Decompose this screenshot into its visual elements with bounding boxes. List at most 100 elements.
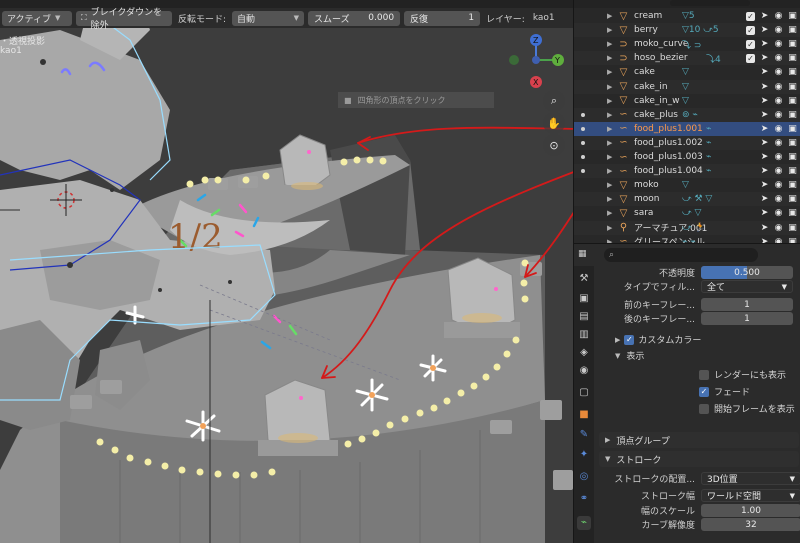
fade-checkbox[interactable]: ✓	[699, 386, 709, 397]
outliner-row[interactable]: ▶ ∽ food_plus1.004 ⌁ ➤ ◉ ▣	[574, 164, 800, 179]
select-arrow-icon[interactable]: ➤	[760, 25, 769, 35]
reflect-dropdown[interactable]: 自動 ▼	[232, 10, 305, 26]
select-arrow-icon[interactable]: ➤	[760, 39, 769, 49]
camera-icon[interactable]: ▣	[788, 96, 797, 106]
select-arrow-icon[interactable]: ➤	[760, 208, 769, 218]
outliner-row[interactable]: ▶∽グリースペンシル⌁ ⌁➤◉▣	[574, 235, 800, 243]
world-tab-icon[interactable]: ◉	[577, 364, 591, 378]
expand-arrow-icon[interactable]: ▶	[607, 12, 612, 20]
outliner-row-name[interactable]: moon	[634, 194, 659, 204]
eye-icon[interactable]: ◉	[774, 39, 783, 49]
output-tab-icon[interactable]: ▤	[577, 310, 591, 324]
filter-dropdown[interactable]: 全て ▼	[701, 280, 793, 293]
camera-icon[interactable]: ▣	[788, 110, 797, 120]
stroke-placement-dropdown[interactable]: 3D位置 ▼	[701, 472, 800, 485]
camera-icon[interactable]: ▣	[788, 82, 797, 92]
eye-icon[interactable]: ◉	[774, 82, 783, 92]
render-checkbox-row[interactable]: レンダーにも表示	[699, 368, 786, 381]
view-layer-tab-icon[interactable]: ▥	[577, 328, 591, 342]
render-tab-icon[interactable]: ▣	[577, 292, 591, 306]
include-checkbox[interactable]: ✓	[746, 25, 755, 35]
expand-arrow-icon[interactable]: ▶	[607, 181, 612, 189]
expand-arrow-icon[interactable]: ▶	[607, 97, 612, 105]
expand-arrow-icon[interactable]: ▶	[607, 209, 612, 217]
eye-icon[interactable]: ◉	[774, 223, 783, 233]
physics-tab-icon[interactable]: ◎	[577, 470, 591, 484]
edit-mode-dot-icon[interactable]	[581, 155, 585, 159]
outliner-row-name[interactable]: food_plus1.003	[634, 152, 703, 162]
eye-icon[interactable]: ◉	[774, 124, 783, 134]
smooth-field[interactable]: スムーズ 0.000	[308, 10, 401, 26]
scene-tab-icon[interactable]: ◈	[577, 346, 591, 360]
outliner-row[interactable]: ▶ ⚲ アーマチュア.001 ⤻ 🏃 ➤ ◉ ▣	[574, 220, 800, 235]
outliner-row[interactable]: ▶ ∽ food_plus1.002 ⌁ ➤ ◉ ▣	[574, 135, 800, 150]
expand-arrow-icon[interactable]: ▶	[607, 224, 612, 232]
shader-fx-tab-icon[interactable]: ✦	[577, 448, 591, 462]
start-frame-checkbox-row[interactable]: 開始フレームを表示	[699, 402, 795, 415]
modifiers-tab-icon[interactable]: ✎	[577, 428, 591, 442]
navigation-gizmo[interactable]: Z Y X	[500, 32, 570, 92]
outliner-row[interactable]: ▶ ▽ sara ⤻ ▽ ➤ ◉ ▣	[574, 206, 800, 220]
select-arrow-icon[interactable]: ➤	[760, 180, 769, 190]
outliner-row-name[interactable]: berry	[634, 25, 658, 35]
repeat-field[interactable]: 反復 1	[404, 10, 481, 26]
eye-icon[interactable]: ◉	[774, 180, 783, 190]
camera-icon[interactable]: ▣	[788, 67, 797, 77]
outliner[interactable]: ▶ ▽ cream ▽5 ✓ ➤ ◉ ▣ ▶ ▽ berry ▽10 ⤻5 ✓ ➤ ◉ ▣ ▶ ⊃ moko_cur…	[573, 0, 800, 243]
outliner-row-name[interactable]: food_plus1.001	[634, 124, 703, 134]
camera-icon[interactable]: ▣	[788, 166, 797, 176]
outliner-row[interactable]: ▶ ⊃ moko_curve ⤵ ⊃ ✓ ➤ ◉ ▣	[574, 37, 800, 51]
prev-keyframe-field[interactable]: 1	[701, 298, 793, 311]
outliner-search[interactable]	[670, 0, 750, 6]
outliner-row-name[interactable]: moko_curve	[634, 39, 688, 49]
outliner-row[interactable]: ▶ ∽ cake_plus ⊚ ⌁ ➤ ◉ ▣	[574, 107, 800, 122]
expand-arrow-icon[interactable]: ▶	[607, 125, 612, 133]
expand-arrow-icon[interactable]: ▶	[607, 26, 612, 34]
expand-arrow-icon[interactable]: ▶	[607, 83, 612, 91]
expand-arrow-icon[interactable]: ▶	[607, 139, 612, 147]
include-checkbox[interactable]: ✓	[746, 11, 755, 21]
select-arrow-icon[interactable]: ➤	[760, 11, 769, 21]
breakdown-dropdown[interactable]: ⛶ ブレイクダウンを除外	[76, 8, 172, 31]
gizmo-neg-z[interactable]	[532, 56, 540, 64]
tool-tab-icon[interactable]: ⚒	[577, 272, 591, 286]
camera-view-icon[interactable]: ⊙	[543, 134, 565, 156]
expand-arrow-icon[interactable]: ▶	[607, 167, 612, 175]
eye-icon[interactable]: ◉	[774, 166, 783, 176]
stroke-width-dropdown[interactable]: ワールド空間 ▼	[701, 489, 800, 502]
camera-icon[interactable]: ▣	[788, 138, 797, 148]
select-arrow-icon[interactable]: ➤	[760, 166, 769, 176]
edit-mode-dot-icon[interactable]	[581, 140, 585, 145]
outliner-row-name[interactable]: food_plus1.004	[634, 166, 703, 176]
outliner-row[interactable]: ▶ ▽ cake_in_w ▽ ➤ ◉ ▣	[574, 94, 800, 108]
select-arrow-icon[interactable]: ➤	[760, 110, 769, 120]
edit-mode-dot-icon[interactable]	[581, 126, 585, 131]
select-arrow-icon[interactable]: ➤	[760, 53, 769, 63]
outliner-row[interactable]: ▶ ∽ food_plus1.003 ⌁ ➤ ◉ ▣	[574, 150, 800, 164]
outliner-row-name[interactable]: food_plus1.002	[634, 138, 703, 148]
constraints-tab-icon[interactable]: ⚭	[577, 492, 591, 506]
select-arrow-icon[interactable]: ➤	[760, 96, 769, 106]
eye-icon[interactable]: ◉	[774, 208, 783, 218]
include-checkbox[interactable]: ✓	[746, 39, 755, 49]
eye-icon[interactable]: ◉	[774, 11, 783, 21]
outliner-row[interactable]: ▶ ⊃ hoso_bezier ⤵4 ✓ ➤ ◉ ▣	[574, 51, 800, 66]
expand-arrow-icon[interactable]: ▶	[607, 40, 612, 48]
outliner-row-name[interactable]: sara	[634, 208, 653, 218]
curve-resolution-field[interactable]: 32	[701, 518, 800, 531]
eye-icon[interactable]: ◉	[774, 152, 783, 162]
eye-icon[interactable]: ◉	[774, 25, 783, 35]
eye-icon[interactable]: ◉	[774, 67, 783, 77]
start-frame-checkbox[interactable]	[699, 403, 709, 414]
camera-icon[interactable]: ▣	[788, 208, 797, 218]
display-subpanel[interactable]: ▼ 表示	[615, 349, 644, 363]
outliner-row[interactable]: ▶ ▽ cake_in ▽ ➤ ◉ ▣	[574, 79, 800, 94]
camera-icon[interactable]: ▣	[788, 53, 797, 63]
camera-icon[interactable]: ▣	[788, 11, 797, 21]
editor-type-icon[interactable]: ▦	[578, 249, 590, 261]
hand-pan-icon[interactable]: ✋	[543, 112, 565, 134]
select-arrow-icon[interactable]: ➤	[760, 82, 769, 92]
outliner-row[interactable]: ▶ ▽ cake ▽ ➤ ◉ ▣	[574, 65, 800, 79]
width-scale-field[interactable]: 1.00	[701, 504, 800, 517]
3d-viewport[interactable]: 1/2 アクティブ ▼ ⛶ ブレイクダウンを除外 反転モード: 自動 ▼ スムー…	[0, 0, 573, 543]
